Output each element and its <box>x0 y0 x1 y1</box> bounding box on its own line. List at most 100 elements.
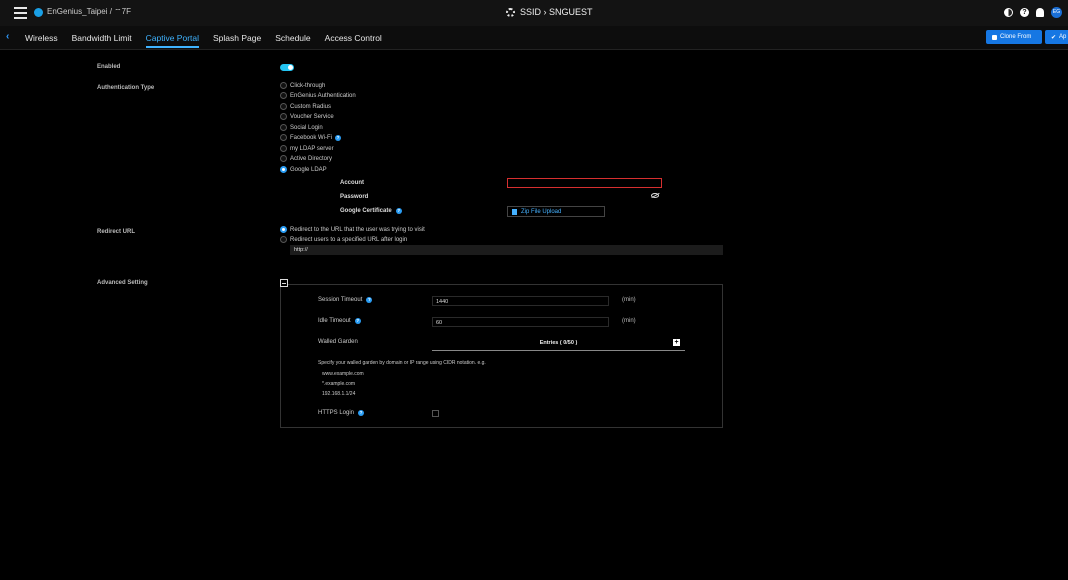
redirect-option-label: Redirect users to a specified URL after … <box>290 236 408 243</box>
auth-option-facebook[interactable]: Facebook Wi-Fi? <box>280 134 342 141</box>
redirect-url-input[interactable]: http:// <box>290 245 723 255</box>
check-icon: ✔ <box>1051 34 1057 41</box>
back-arrow-icon[interactable]: ‹ <box>6 31 9 42</box>
top-bar: EnGenius_Taipei / ⌔7F SSID › SNGUEST ? E… <box>0 0 1068 26</box>
auth-option-active-directory[interactable]: Active Directory <box>280 155 332 162</box>
org-logo-icon <box>34 8 43 17</box>
help-icon[interactable]: ? <box>335 134 342 141</box>
bell-icon[interactable] <box>1036 8 1044 17</box>
radio-button-selected[interactable] <box>280 226 287 233</box>
https-login-label: HTTPS Login? <box>318 410 365 416</box>
auth-option-engenius[interactable]: EnGenius Authentication <box>280 92 356 99</box>
walled-garden-label: Walled Garden <box>318 339 358 345</box>
https-login-checkbox[interactable] <box>432 410 439 417</box>
radio-button[interactable] <box>280 155 287 162</box>
google-cert-label-text: Google Certificate <box>340 208 392 214</box>
copy-icon <box>992 34 997 40</box>
help-icon[interactable]: ? <box>366 297 373 303</box>
page-title: SSID › SNGUEST <box>506 7 593 17</box>
zip-upload-button[interactable]: Zip File Upload <box>507 206 605 217</box>
enabled-label: Enabled <box>97 64 121 70</box>
session-timeout-label: Session Timeout? <box>318 297 373 303</box>
redirect-option-original[interactable]: Redirect to the URL that the user was tr… <box>280 226 425 233</box>
advanced-setting-label: Advanced Setting <box>97 280 148 286</box>
idle-timeout-label: Idle Timeout? <box>318 318 361 324</box>
tab-captive-portal[interactable]: Captive Portal <box>145 33 199 48</box>
radio-button[interactable] <box>280 103 287 110</box>
help-icon[interactable]: ? <box>395 208 402 214</box>
collapse-icon[interactable] <box>280 279 288 287</box>
theme-toggle-icon[interactable] <box>1004 8 1013 17</box>
radio-button[interactable] <box>280 134 287 141</box>
walled-garden-text: Walled Garden <box>318 339 358 345</box>
apply-button[interactable]: ✔ Ap <box>1045 30 1068 44</box>
tab-bar: ‹ Wireless Bandwidth Limit Captive Porta… <box>0 26 1068 50</box>
radio-button[interactable] <box>280 236 287 243</box>
tab-splash-page[interactable]: Splash Page <box>213 33 261 48</box>
redirect-url-label: Redirect URL <box>97 229 136 235</box>
help-icon[interactable]: ? <box>354 318 361 324</box>
radio-button[interactable] <box>280 92 287 99</box>
auth-option-click-through[interactable]: Click-through <box>280 82 325 89</box>
auth-option-ldap[interactable]: my LDAP server <box>280 145 334 152</box>
org-breadcrumb[interactable]: EnGenius_Taipei / ⌔7F <box>47 7 131 17</box>
session-timeout-text: Session Timeout <box>318 297 363 303</box>
auth-option-voucher[interactable]: Voucher Service <box>280 113 334 120</box>
radio-button[interactable] <box>280 113 287 120</box>
auth-option-label: Custom Radius <box>290 103 332 110</box>
help-icon[interactable]: ? <box>1020 8 1029 17</box>
account-input[interactable] <box>507 178 662 188</box>
redirect-option-label: Redirect to the URL that the user was tr… <box>290 226 425 233</box>
page-title-text: SSID › SNGUEST <box>520 7 593 17</box>
auth-option-label: Google LDAP <box>290 166 327 173</box>
auth-option-label: Voucher Service <box>290 113 334 120</box>
radio-button[interactable] <box>280 82 287 89</box>
account-label-text: Account <box>340 180 364 186</box>
idle-timeout-input[interactable]: 60 <box>432 317 609 327</box>
auth-option-label: Active Directory <box>290 155 333 162</box>
account-label: Account <box>340 180 364 186</box>
password-label-text: Password <box>340 194 369 200</box>
example-item: www.example.com <box>322 371 364 377</box>
tab-wireless[interactable]: Wireless <box>25 33 58 48</box>
add-entry-icon[interactable]: + <box>673 339 680 346</box>
apply-label: Ap <box>1059 34 1067 40</box>
auth-option-social-login[interactable]: Social Login <box>280 124 323 131</box>
eye-off-icon[interactable] <box>651 193 659 198</box>
walled-garden-note: Specify your walled garden by domain or … <box>318 360 486 366</box>
example-item: *.example.com <box>322 381 356 387</box>
file-icon <box>512 208 517 215</box>
auth-option-google-ldap[interactable]: Google LDAP <box>280 166 327 173</box>
tab-bandwidth-limit[interactable]: Bandwidth Limit <box>72 33 132 48</box>
redirect-option-specified[interactable]: Redirect users to a specified URL after … <box>280 236 407 243</box>
tab-list: Wireless Bandwidth Limit Captive Portal … <box>25 33 382 48</box>
password-input[interactable] <box>507 192 662 202</box>
zip-upload-label: Zip File Upload <box>521 208 562 215</box>
walled-garden-entries: Entries ( 0/50 ) <box>432 338 685 351</box>
auth-option-label: Click-through <box>290 82 326 89</box>
menu-icon[interactable] <box>14 7 27 19</box>
tab-access-control[interactable]: Access Control <box>325 33 382 48</box>
auth-option-label: Social Login <box>290 124 323 131</box>
password-label: Password <box>340 194 368 200</box>
https-login-text: HTTPS Login <box>318 410 355 416</box>
auth-option-label: Facebook Wi-Fi <box>290 134 333 141</box>
session-timeout-input[interactable]: 1440 <box>432 296 609 306</box>
auth-option-label: EnGenius Authentication <box>290 92 356 99</box>
tab-schedule[interactable]: Schedule <box>275 33 310 48</box>
radio-button[interactable] <box>280 124 287 131</box>
idle-unit: (min) <box>622 318 636 324</box>
enabled-toggle[interactable] <box>280 64 294 71</box>
clone-from-label: Clone From <box>1000 34 1032 40</box>
clone-from-button[interactable]: Clone From <box>986 30 1042 44</box>
gear-icon <box>506 7 515 17</box>
idle-timeout-text: Idle Timeout <box>318 318 351 324</box>
example-item: 192.168.1.1/24 <box>322 391 356 397</box>
radio-button[interactable] <box>280 145 287 152</box>
google-cert-label: Google Certificate? <box>340 208 402 214</box>
radio-button-selected[interactable] <box>280 166 287 173</box>
avatar[interactable]: EG <box>1051 7 1062 18</box>
help-icon[interactable]: ? <box>358 410 365 416</box>
auth-option-custom-radius[interactable]: Custom Radius <box>280 103 331 110</box>
auth-option-label: my LDAP server <box>290 145 334 152</box>
